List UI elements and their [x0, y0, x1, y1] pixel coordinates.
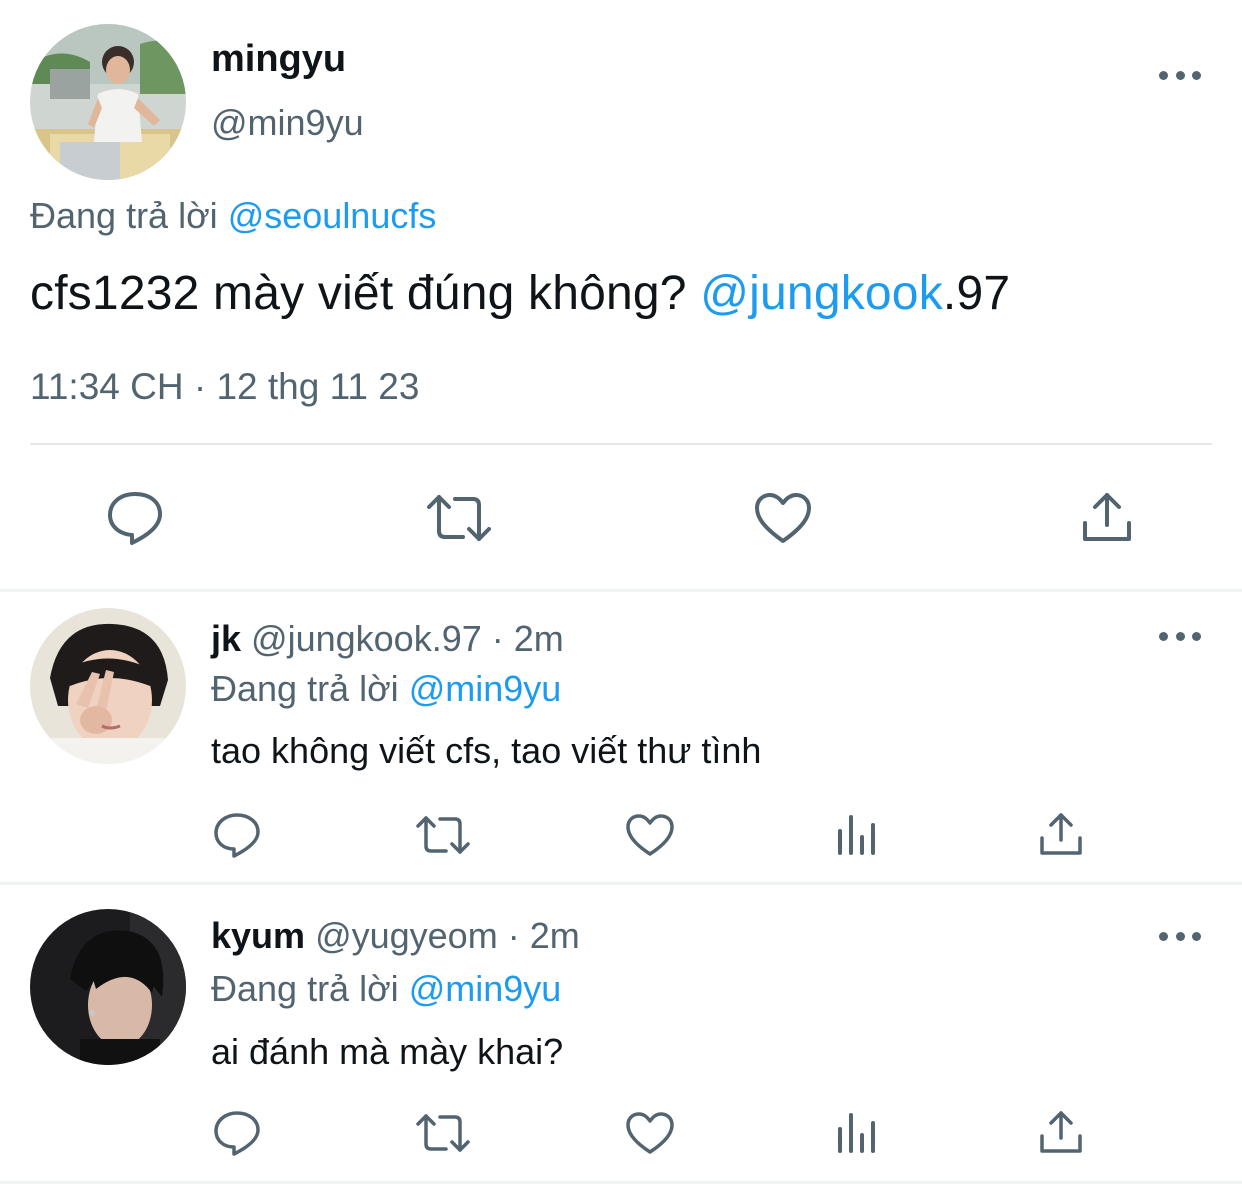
- reply-icon[interactable]: [212, 811, 262, 859]
- section-divider: [0, 1181, 1242, 1184]
- replying-to: Đang trả lời @seoulnucfs: [30, 195, 436, 237]
- more-options-icon[interactable]: [1159, 69, 1201, 81]
- tweet-text-body: cfs1232 mày viết đúng không?: [30, 267, 701, 320]
- reply-header: jk @jungkook.97 · 2m: [211, 618, 564, 660]
- like-icon[interactable]: [752, 490, 814, 546]
- reply-time[interactable]: · 2m: [508, 915, 580, 956]
- reply-tweet: kyum @yugyeom · 2m Đang trả lời @min9yu …: [0, 885, 1242, 1183]
- display-name[interactable]: mingyu: [211, 38, 346, 81]
- timestamp[interactable]: 11:34 CH · 12 thg 11 23: [30, 366, 419, 408]
- retweet-icon[interactable]: [414, 812, 472, 858]
- avatar[interactable]: [30, 608, 186, 764]
- replying-to: Đang trả lời @min9yu: [211, 968, 561, 1010]
- like-icon[interactable]: [624, 812, 676, 858]
- replying-to: Đang trả lời @min9yu: [211, 668, 561, 710]
- reply-icon[interactable]: [104, 488, 166, 548]
- reply-icon[interactable]: [212, 1109, 262, 1157]
- replying-to-handle-link[interactable]: @seoulnucfs: [228, 195, 437, 236]
- replying-to-label: Đang trả lời: [30, 195, 218, 236]
- replying-to-handle-link[interactable]: @min9yu: [409, 668, 562, 709]
- handle[interactable]: @jungkook.97: [251, 618, 482, 659]
- avatar[interactable]: [30, 909, 186, 1065]
- share-icon[interactable]: [1038, 810, 1084, 858]
- tweet-text-tail: .97: [942, 267, 1011, 320]
- display-name[interactable]: jk: [211, 618, 241, 659]
- analytics-icon[interactable]: [834, 1110, 878, 1156]
- retweet-icon[interactable]: [424, 490, 494, 546]
- reply-header: kyum @yugyeom · 2m: [211, 915, 580, 957]
- mention-link[interactable]: @jungkook: [700, 267, 943, 320]
- main-tweet: mingyu @min9yu Đang trả lời @seoulnucfs …: [0, 0, 1242, 588]
- avatar[interactable]: [30, 24, 186, 180]
- reply-tweet: jk @jungkook.97 · 2m Đang trả lời @min9y…: [0, 592, 1242, 882]
- handle[interactable]: @yugyeom: [315, 915, 498, 956]
- analytics-icon[interactable]: [834, 812, 878, 858]
- reply-text: ai đánh mà mày khai?: [211, 1031, 564, 1072]
- tweet-text: cfs1232 mày viết đúng không? @jungkook.9…: [30, 266, 1010, 321]
- reply-text: tao không viết cfs, tao viết thư tình: [211, 730, 762, 771]
- handle[interactable]: @min9yu: [211, 102, 364, 144]
- more-options-icon[interactable]: [1159, 930, 1201, 942]
- replying-to-label: Đang trả lời: [211, 668, 399, 709]
- share-icon[interactable]: [1078, 488, 1136, 546]
- display-name[interactable]: kyum: [211, 915, 305, 956]
- reply-time[interactable]: · 2m: [492, 618, 564, 659]
- like-icon[interactable]: [624, 1110, 676, 1156]
- replying-to-label: Đang trả lời: [211, 968, 399, 1009]
- more-options-icon[interactable]: [1159, 630, 1201, 642]
- divider: [30, 443, 1212, 445]
- replying-to-handle-link[interactable]: @min9yu: [409, 968, 562, 1009]
- share-icon[interactable]: [1038, 1108, 1084, 1156]
- retweet-icon[interactable]: [414, 1110, 472, 1156]
